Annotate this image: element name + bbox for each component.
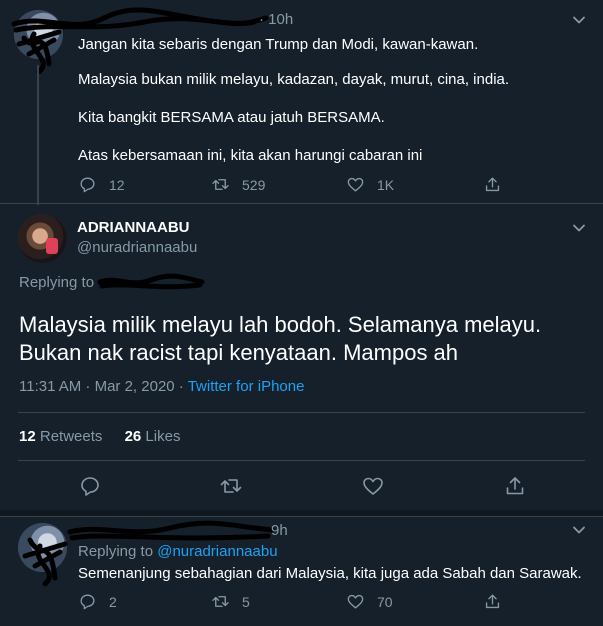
- retweet-icon: [212, 596, 229, 607]
- tweet-text-line: Malaysia milik melayu lah bodoh. Selaman…: [19, 312, 542, 337]
- retweet-icon: [212, 179, 229, 190]
- share-icon: [485, 594, 500, 609]
- reply-icon: [80, 177, 95, 193]
- like-icon: [363, 477, 383, 495]
- replying-to-handle[interactable]: @nuradriannaabu: [157, 543, 277, 560]
- share-button[interactable]: [483, 592, 514, 611]
- chevron-down-icon[interactable]: [569, 218, 589, 238]
- retweet-count: 5: [242, 593, 250, 610]
- timestamp[interactable]: 11:31 AM · Mar 2, 2020 ·: [19, 378, 184, 395]
- thread-line: [37, 65, 39, 205]
- retweet-button[interactable]: 529: [211, 175, 265, 194]
- like-count: 70: [377, 593, 393, 610]
- like-count: 1K: [377, 176, 395, 193]
- divider: [0, 203, 603, 204]
- chevron-down-icon[interactable]: [569, 10, 589, 30]
- retweets-label: Retweets: [39, 428, 103, 445]
- tweet-time[interactable]: · 10h: [259, 10, 293, 30]
- reply-button[interactable]: 2: [78, 592, 117, 611]
- like-button[interactable]: [361, 474, 385, 498]
- engagement-row: 12 Retweets 26 Likes: [19, 427, 180, 447]
- reply-icon: [81, 477, 99, 496]
- reply-button[interactable]: [78, 474, 102, 498]
- retweets-count: 12: [19, 428, 36, 445]
- likes-label: Likes: [145, 428, 181, 445]
- share-icon: [485, 177, 500, 192]
- like-button[interactable]: 70: [346, 592, 393, 611]
- retweets-stat[interactable]: 12 Retweets: [19, 428, 107, 445]
- chevron-down-icon[interactable]: [569, 520, 589, 540]
- tweet-text-line: Malaysia bukan milik melayu, kadazan, da…: [78, 71, 510, 88]
- tweet-text-line: Jangan kita sebaris dengan Trump dan Mod…: [78, 36, 479, 53]
- replying-to: Replying to @nuradriannaabu: [78, 542, 278, 562]
- retweet-icon: [220, 479, 242, 493]
- replying-to-label: Replying to: [19, 274, 95, 291]
- reply-count: 12: [109, 176, 125, 193]
- like-icon: [347, 594, 364, 609]
- divider: [18, 412, 585, 413]
- source-link[interactable]: Twitter for iPhone: [188, 378, 305, 395]
- likes-count: 26: [124, 428, 142, 445]
- tweet-text-line: Kita bangkit BERSAMA atau jatuh BERSAMA.: [78, 109, 385, 126]
- share-icon: [506, 477, 524, 495]
- reply-count: 2: [109, 593, 117, 610]
- replying-to-label: Replying to: [78, 543, 154, 560]
- retweet-button[interactable]: [219, 474, 243, 498]
- divider: [18, 460, 585, 461]
- tweet-text-line: Bukan nak racist tapi kenyataan. Mampos …: [19, 340, 459, 365]
- share-button[interactable]: [483, 175, 514, 194]
- reply-icon: [80, 594, 95, 610]
- timestamp-row: 11:31 AM · Mar 2, 2020 · Twitter for iPh…: [19, 377, 304, 397]
- tweet-text: Semenanjung sebahagian dari Malaysia, ki…: [78, 565, 582, 582]
- tweet-time[interactable]: 9h: [271, 521, 288, 541]
- reply-button[interactable]: 12: [78, 175, 125, 194]
- avatar[interactable]: [18, 214, 67, 263]
- like-button[interactable]: 1K: [346, 175, 394, 194]
- handle[interactable]: @nuradriannaabu: [77, 238, 197, 258]
- tweet-text-line: Atas kebersamaan ini, kita akan harungi …: [78, 147, 423, 164]
- display-name[interactable]: ADRIANNAABU: [77, 219, 190, 236]
- likes-stat[interactable]: 26 Likes: [125, 428, 181, 445]
- like-icon: [347, 177, 364, 192]
- redaction-scribble: [97, 273, 205, 290]
- share-button[interactable]: [503, 474, 527, 498]
- retweet-button[interactable]: 5: [211, 592, 250, 611]
- retweet-count: 529: [242, 176, 266, 193]
